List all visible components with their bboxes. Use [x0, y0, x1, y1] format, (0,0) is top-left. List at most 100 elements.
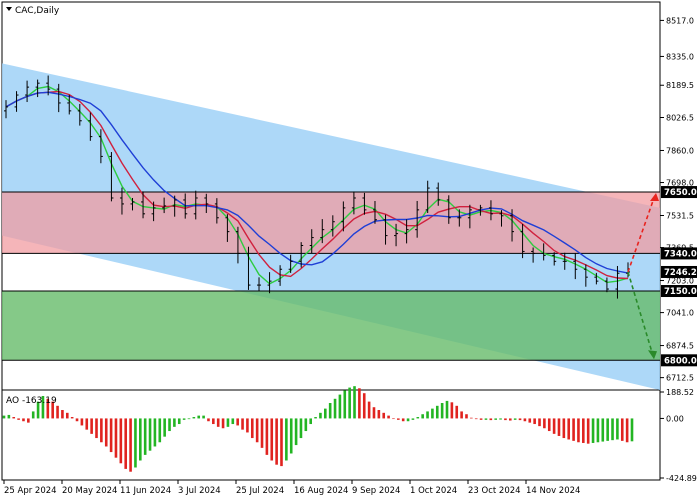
ao-bar — [168, 418, 171, 432]
ao-bar — [479, 418, 483, 420]
ao-bar — [508, 418, 512, 421]
chart-window[interactable]: 188.52 0.00 -424.89 8517.0 8335.0 8189.5 8026… — [0, 0, 700, 500]
price-label: 7650.0 — [664, 188, 697, 198]
ao-bar — [12, 417, 16, 419]
ao-bar — [620, 418, 624, 441]
ao-bar — [285, 418, 288, 461]
ao-bar — [75, 418, 79, 422]
ao-bar — [426, 411, 429, 419]
price-tick-label: 7531.5 — [666, 211, 694, 220]
ao-bar — [343, 390, 347, 419]
ao-tick-label: 188.52 — [666, 388, 694, 397]
time-tick-label: 9 Sep 2024 — [352, 486, 400, 496]
ao-bar — [324, 408, 327, 419]
price-tick-label: 7041.0 — [666, 309, 694, 318]
ao-bar — [197, 415, 201, 419]
ao-bar — [104, 418, 108, 447]
time-tick-label: 25 Jul 2024 — [236, 486, 284, 496]
ao-bar — [552, 418, 556, 434]
ao-bar — [392, 418, 395, 420]
ao-bar — [31, 411, 35, 419]
ao-bar — [163, 418, 166, 437]
ao-tick-label: -424.89 — [666, 474, 697, 483]
ao-bar — [372, 407, 376, 419]
ao-bar — [231, 418, 235, 425]
ao-bar — [61, 410, 64, 419]
ao-bar — [518, 418, 522, 421]
ao-bar — [265, 418, 269, 455]
price-label: 6800.0 — [664, 356, 697, 366]
time-tick-label: 11 Jun 2024 — [120, 486, 171, 496]
ao-bar — [280, 418, 283, 467]
ao-bar — [450, 402, 454, 419]
chart-title: CAC,Daily — [15, 6, 60, 16]
ao-bar — [328, 403, 332, 419]
ao-bar — [80, 418, 84, 426]
price-tick-label: 8335.0 — [666, 52, 694, 61]
ao-bar — [207, 418, 210, 422]
time-tick-label: 16 Aug 2024 — [294, 486, 348, 496]
ao-bar — [470, 417, 473, 419]
price-chart[interactable]: 188.52 0.00 -424.89 8517.0 8335.0 8189.5 8026… — [0, 0, 700, 500]
ao-bar — [577, 418, 580, 443]
ao-bar — [275, 418, 278, 465]
ao-bar — [187, 418, 191, 420]
ao-bar — [562, 418, 566, 439]
ao-bar — [625, 418, 629, 443]
ao-bar — [586, 418, 590, 444]
ao-bar — [70, 417, 74, 419]
ao-bar — [241, 418, 244, 430]
price-tick-label: 8026.5 — [666, 114, 694, 123]
ao-bar — [406, 418, 410, 422]
ao-bar — [367, 401, 371, 419]
ao-bar — [260, 418, 264, 448]
ao-bar — [221, 418, 225, 429]
ao-bar — [582, 418, 585, 443]
time-tick-label: 25 Apr 2024 — [4, 486, 57, 496]
ao-bar — [95, 418, 98, 439]
price-label: 7340.0 — [664, 249, 697, 259]
ao-bar — [547, 418, 551, 432]
price-tick-label: 7860.0 — [666, 146, 694, 155]
ao-bar — [148, 418, 152, 451]
ao-bar — [489, 418, 493, 421]
ao-bar — [445, 400, 449, 419]
price-tick-label: 8189.5 — [666, 81, 694, 90]
ao-bar — [499, 418, 502, 420]
ao-bar — [484, 418, 488, 420]
ao-bar — [611, 418, 614, 441]
ao-bar — [129, 418, 132, 472]
ao-bar — [109, 418, 113, 453]
ao-bar — [504, 418, 507, 421]
ao-bar — [533, 418, 536, 425]
price-axis: 8517.08335.08189.58026.57860.07698.07531… — [660, 16, 694, 383]
buy-zone — [2, 291, 660, 361]
ao-bar — [236, 418, 239, 426]
ao-bar — [616, 418, 619, 440]
ao-bar — [465, 414, 468, 419]
ao-bar — [158, 418, 162, 443]
time-tick-label: 3 Jul 2024 — [178, 486, 221, 496]
ao-bar — [601, 418, 605, 442]
ao-bar — [319, 412, 322, 419]
ao-bar — [270, 418, 274, 461]
ao-indicator-label: AO -163.19 — [6, 396, 57, 406]
ao-bar — [596, 418, 600, 443]
ao-bar — [153, 418, 157, 447]
ao-bar — [17, 418, 20, 420]
ao-bar — [304, 418, 308, 432]
ao-bar — [362, 393, 366, 419]
ao-bar — [523, 418, 527, 422]
ao-bar — [255, 418, 259, 443]
ao-bar — [401, 418, 405, 422]
ao-bar — [440, 403, 444, 419]
price-label: 7150.0 — [664, 287, 697, 297]
sell-zone — [2, 192, 660, 254]
ao-bar — [246, 418, 249, 433]
ao-bar — [216, 418, 220, 427]
time-tick-label: 14 Nov 2024 — [526, 486, 580, 496]
ao-bar — [416, 417, 420, 419]
ao-bar — [338, 394, 342, 419]
ao-bar — [114, 418, 118, 458]
ao-bar — [250, 418, 254, 439]
